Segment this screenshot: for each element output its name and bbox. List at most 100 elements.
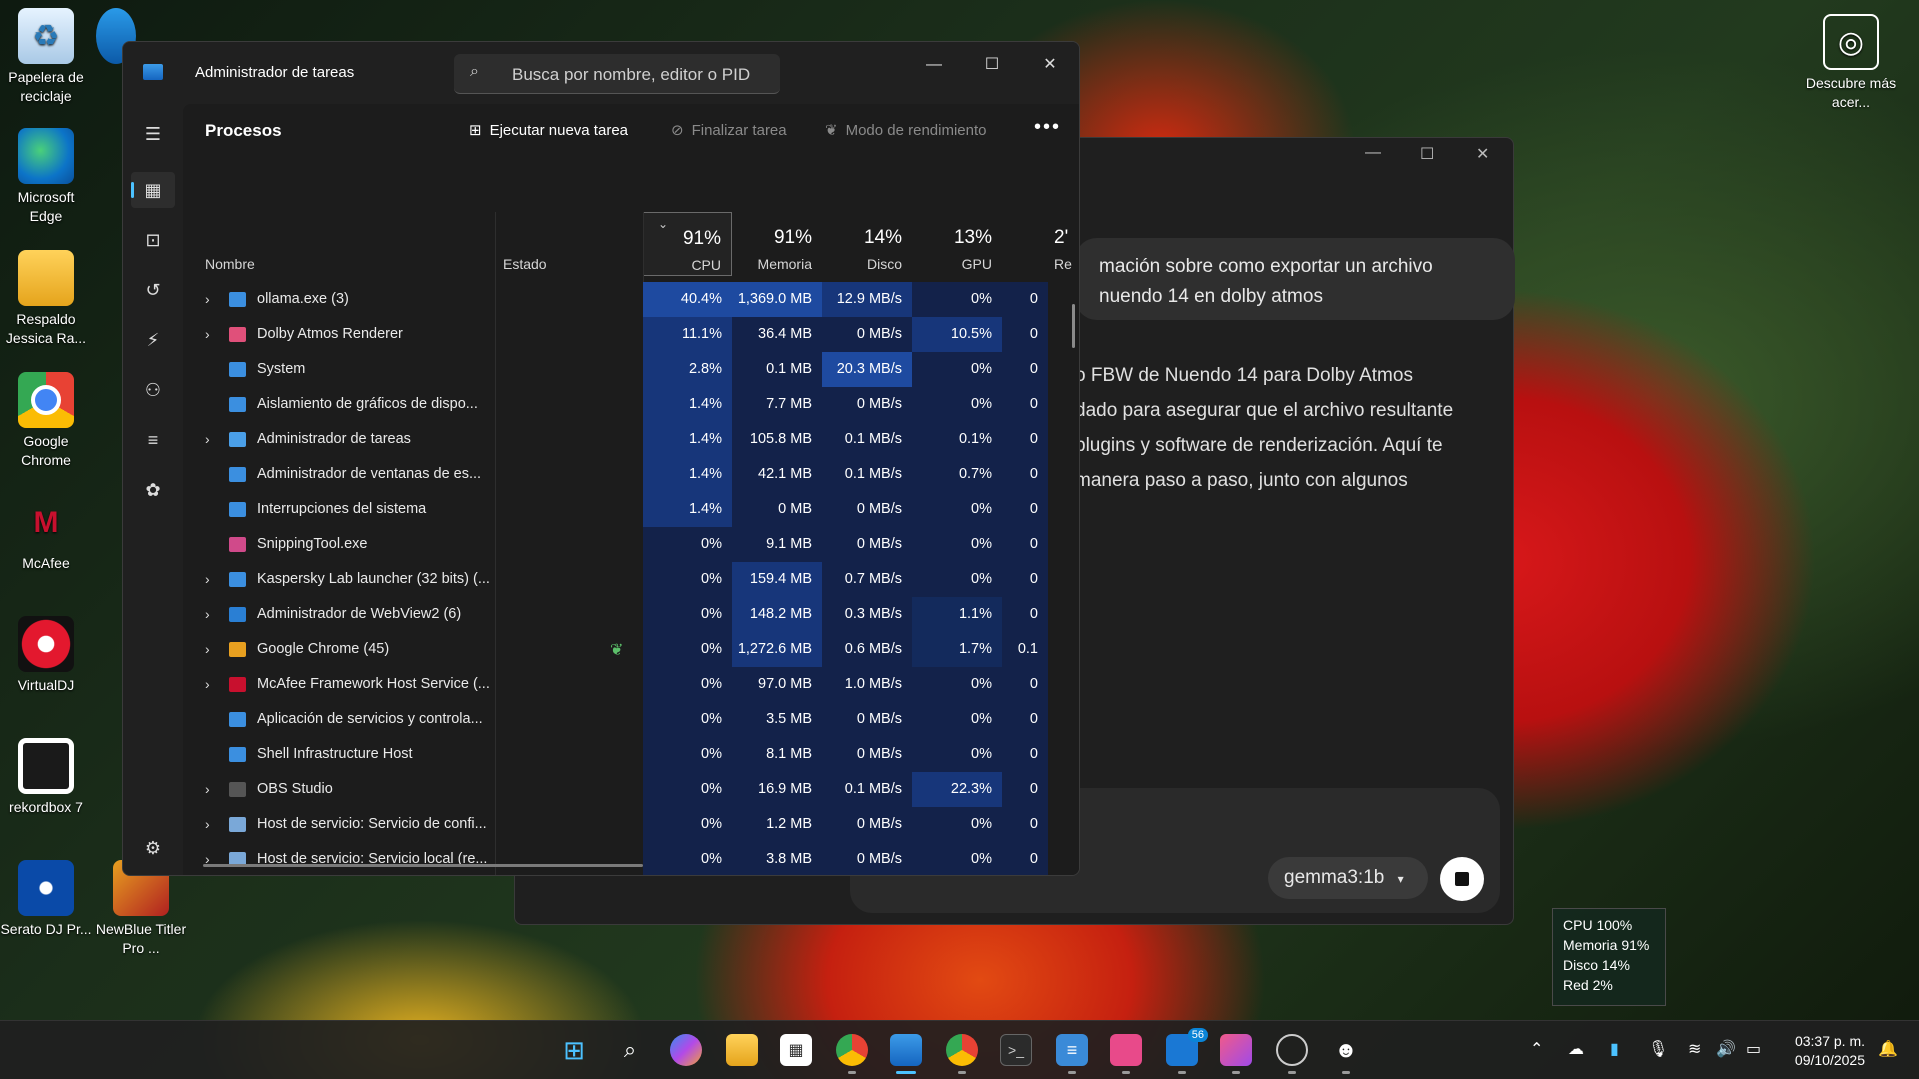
process-row[interactable]: SnippingTool.exe 0% 9.1 MB 0 MB/s 0% 0 — [183, 527, 1079, 562]
terminal-icon[interactable]: >_ — [1000, 1034, 1032, 1066]
store-icon[interactable]: ▦ — [780, 1034, 812, 1066]
desktop-icon-chrome[interactable]: Google Chrome — [0, 372, 92, 470]
task-manager-icon[interactable] — [890, 1034, 922, 1066]
photos-icon[interactable] — [1220, 1034, 1252, 1066]
expand-chevron-icon[interactable]: › — [205, 326, 210, 342]
performance-icon[interactable]: ⊡ — [131, 222, 175, 258]
end-task-button[interactable]: ⊘ Finalizar tarea — [671, 121, 787, 139]
response-line: dado para asegurar que el archivo result… — [1075, 400, 1454, 421]
mail-icon[interactable]: 56 — [1166, 1028, 1208, 1066]
search-icon[interactable]: ⌕ — [614, 1034, 646, 1066]
horizontal-scrollbar[interactable] — [203, 864, 643, 867]
minimize-button[interactable]: — — [905, 50, 963, 80]
copilot-icon[interactable] — [670, 1034, 702, 1066]
process-row[interactable]: Aplicación de servicios y controla... 0% 3… — [183, 702, 1079, 737]
expand-chevron-icon[interactable]: › — [205, 291, 210, 307]
hamburger-menu-icon[interactable]: ☰ — [131, 116, 175, 152]
vertical-scrollbar[interactable] — [1072, 304, 1075, 348]
expand-chevron-icon[interactable]: › — [205, 781, 210, 797]
expand-chevron-icon[interactable]: › — [205, 431, 210, 447]
column-header-status[interactable]: Estado — [495, 212, 643, 276]
column-header-gpu[interactable]: 13% GPU — [912, 212, 1002, 276]
stop-button[interactable] — [1440, 857, 1484, 901]
ollama-icon[interactable]: ☻ — [1330, 1034, 1362, 1066]
process-row[interactable]: › Administrador de WebView2 (6) 0% 148.2 MB… — [183, 597, 1079, 632]
desktop-icon-label: Descubre más acer... — [1805, 75, 1897, 110]
column-header-network[interactable]: 2' Re — [1002, 212, 1079, 276]
column-header-memory[interactable]: 91% Memoria — [732, 212, 822, 276]
battery-icon[interactable]: ▭ — [1746, 1039, 1761, 1059]
app-history-icon[interactable]: ↺ — [131, 272, 175, 308]
start-windows-icon[interactable]: ⊞ — [558, 1034, 590, 1066]
process-row[interactable]: › Google Chrome (45) ❦ 0% 1,272.6 MB 0.6 MB/s… — [183, 632, 1079, 667]
desktop-icon-discover[interactable]: ◎ Descubre más acer... — [1805, 14, 1897, 112]
microphone-icon[interactable]: 🎙 — [1648, 1039, 1668, 1059]
desktop-icon-mcafee[interactable]: M McAfee — [0, 494, 92, 573]
process-row[interactable]: Administrador de ventanas de es... 1.4% 42… — [183, 457, 1079, 492]
process-row[interactable]: › ollama.exe (3) 40.4% 1,369.0 MB 12.9 MB/s 0… — [183, 282, 1079, 317]
expand-chevron-icon[interactable]: › — [205, 571, 210, 587]
process-cpu-cell: 0% — [643, 772, 732, 807]
search-input[interactable]: ⌕ Busca por nombre, editor o PID — [454, 54, 780, 94]
users-icon[interactable]: ⚇ — [131, 372, 175, 408]
expand-chevron-icon[interactable]: › — [205, 816, 210, 832]
app-tray-icon[interactable]: ▮ — [1610, 1039, 1619, 1059]
process-row[interactable]: › Kaspersky Lab launcher (32 bits) (... 0%… — [183, 562, 1079, 597]
chevron-up-icon[interactable]: ⌃ — [1530, 1039, 1543, 1059]
close-button[interactable]: ✕ — [1021, 50, 1079, 80]
notifications-icon[interactable]: 🔔 — [1878, 1039, 1898, 1059]
title-bar[interactable]: Administrador de tareas ⌕ Busca por nomb… — [123, 42, 1079, 104]
maximize-button[interactable]: ☐ — [963, 50, 1021, 80]
clock[interactable]: 03:37 p. m. 09/10/2025 — [1795, 1032, 1865, 1070]
notepad-icon[interactable]: ≡ — [1056, 1034, 1088, 1066]
wifi-icon[interactable]: ≋ — [1688, 1039, 1701, 1059]
expand-chevron-icon[interactable]: › — [205, 606, 210, 622]
desktop-icon-edge[interactable]: Microsoft Edge — [0, 128, 92, 226]
process-row[interactable]: System 2.8% 0.1 MB 20.3 MB/s 0% 0 — [183, 352, 1079, 387]
services-icon[interactable]: ✿ — [131, 472, 175, 508]
onedrive-icon[interactable]: ☁ — [1568, 1039, 1584, 1059]
desktop-icon-virtualdj[interactable]: VirtualDJ — [0, 616, 92, 695]
model-select[interactable]: gemma3:1b ▾ — [1268, 857, 1428, 899]
processes-icon[interactable]: ▦ — [131, 172, 175, 208]
process-disk-cell: 0 MB/s — [822, 527, 912, 562]
process-row[interactable]: Interrupciones del sistema 1.4% 0 MB 0 MB/s… — [183, 492, 1079, 527]
settings-gear-icon[interactable]: ⚙ — [131, 830, 175, 866]
chrome-icon[interactable] — [836, 1034, 868, 1066]
more-options-button[interactable]: ••• — [1034, 116, 1061, 139]
process-row[interactable]: › Administrador de tareas 1.4% 105.8 MB 0.1 … — [183, 422, 1079, 457]
chrome-icon — [18, 372, 74, 428]
process-disk-cell: 0 MB/s — [822, 702, 912, 737]
close-icon[interactable]: ✕ — [1476, 144, 1489, 164]
volume-icon[interactable]: 🔊 — [1716, 1039, 1736, 1059]
desktop-icon-serato[interactable]: Serato DJ Pr... — [0, 860, 92, 939]
startup-apps-icon[interactable]: ⚡ — [131, 322, 175, 358]
process-row[interactable]: › Dolby Atmos Renderer 11.1% 36.4 MB 0 MB/s 1… — [183, 317, 1079, 352]
details-icon[interactable]: ≡ — [131, 422, 175, 458]
maximize-icon[interactable]: ☐ — [1420, 144, 1434, 164]
process-name: Google Chrome (45) — [257, 641, 390, 657]
column-header-disk[interactable]: 14% Disco — [822, 212, 912, 276]
process-row[interactable]: Shell Infrastructure Host 0% 8.1 MB 0 MB/s 0… — [183, 737, 1079, 772]
process-row[interactable]: › OBS Studio 0% 16.9 MB 0.1 MB/s 22.3% 0 — [183, 772, 1079, 807]
process-row[interactable]: › Host de servicio: Servicio de confi... 0… — [183, 807, 1079, 842]
desktop-icon-rekordbox[interactable]: rekordbox 7 — [0, 738, 92, 817]
column-header-cpu[interactable]: ⌄ 91% CPU — [643, 212, 732, 276]
snipping-tool-icon[interactable] — [1110, 1034, 1142, 1066]
minimize-icon[interactable]: — — [1365, 144, 1381, 162]
expand-chevron-icon[interactable]: › — [205, 641, 210, 657]
desktop-icon-recycle-bin[interactable]: ♻ Papelera de reciclaje — [0, 8, 92, 106]
expand-chevron-icon[interactable]: › — [205, 676, 210, 692]
process-row[interactable]: › McAfee Framework Host Service (... 0% 97.… — [183, 667, 1079, 702]
efficiency-mode-button[interactable]: ❦ Modo de rendimiento — [825, 121, 987, 139]
process-row[interactable]: › Host de servicio: Servicio local (re...… — [183, 842, 1079, 875]
column-header-name[interactable]: Nombre — [183, 212, 495, 276]
run-new-task-button[interactable]: ⊞ Ejecutar nueva tarea — [469, 121, 628, 139]
stop-icon — [1455, 872, 1469, 886]
file-explorer-icon[interactable] — [726, 1034, 758, 1066]
obs-icon[interactable] — [1276, 1034, 1308, 1066]
chrome-profile-icon[interactable] — [946, 1034, 978, 1066]
process-row[interactable]: Aislamiento de gráficos de dispo... 1.4% 7… — [183, 387, 1079, 422]
desktop-icon-folder[interactable]: Respaldo Jessica Ra... — [0, 250, 92, 348]
stat-disk: Disco 14% — [1563, 957, 1630, 973]
